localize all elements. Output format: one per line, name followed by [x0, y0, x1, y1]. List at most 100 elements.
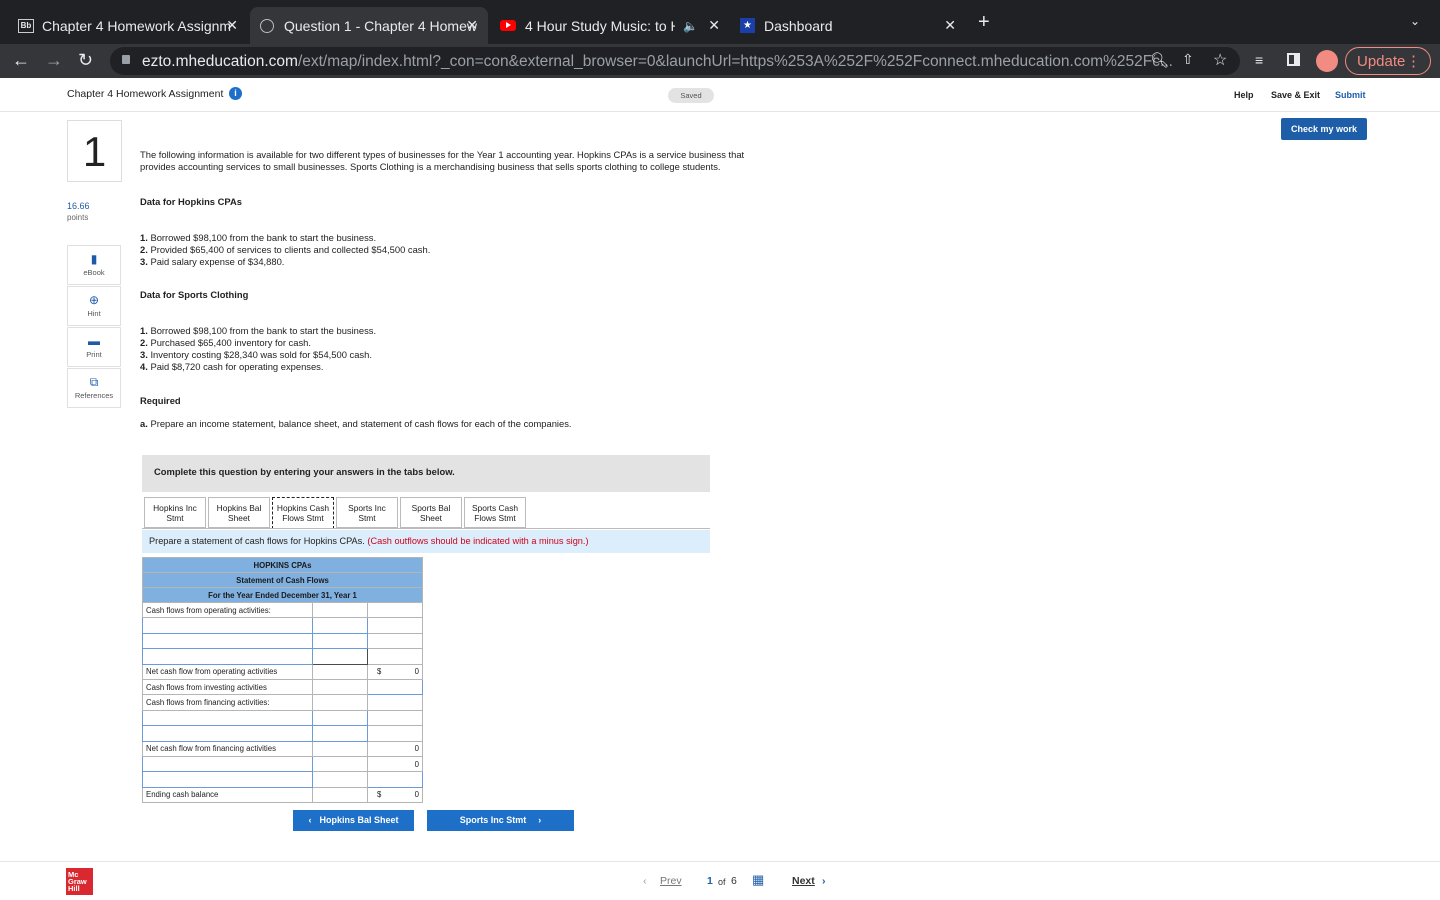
amount-input[interactable] — [312, 725, 368, 742]
table-row: Cash flows from operating activities: — [142, 601, 423, 619]
account-input[interactable] — [142, 648, 313, 665]
amount-input[interactable] — [312, 709, 368, 727]
table-row: Net cash flow from operating activities $… — [142, 663, 423, 680]
chevron-right-icon: › — [538, 815, 542, 825]
zoom-icon[interactable]: 🔍︎ — [1150, 51, 1169, 69]
ebook-button[interactable]: ▮ eBook — [67, 245, 121, 285]
list-item: 3. Inventory costing $28,340 was sold fo… — [140, 349, 372, 360]
copy-icon: ⧉ — [89, 375, 99, 389]
hopkins-heading: Data for Hopkins CPAs — [140, 196, 242, 207]
amount-input[interactable] — [312, 648, 368, 665]
account-input[interactable] — [142, 632, 313, 650]
blackboard-icon: Bb — [18, 18, 34, 33]
account-input[interactable] — [142, 709, 313, 727]
chevron-left-icon: ‹ — [308, 815, 312, 825]
check-my-work-button[interactable]: Check my work — [1281, 118, 1367, 140]
required-heading: Required — [140, 395, 181, 406]
prev-question-link[interactable]: Prev — [660, 875, 682, 887]
browser-tab-active[interactable]: Question 1 - Chapter 4 Homew ✕ — [250, 7, 488, 44]
browser-tab[interactable]: 4 Hour Study Music: to Hel 🔈 ✕ — [490, 7, 730, 44]
points-value: 16.66 — [67, 201, 90, 211]
next-tab-button[interactable]: Sports Inc Stmt › — [427, 810, 574, 831]
close-icon[interactable]: ✕ — [466, 17, 478, 34]
points-label: points — [67, 213, 89, 222]
close-icon[interactable]: ✕ — [226, 17, 238, 34]
account-input[interactable] — [142, 755, 313, 773]
assignment-header: Chapter 4 Homework Assignment i Saved He… — [0, 78, 1440, 112]
question-number: 1 — [67, 120, 122, 182]
youtube-icon — [500, 20, 516, 31]
reload-icon[interactable]: ↻ — [78, 50, 93, 71]
current-page: 1 — [707, 875, 713, 887]
forward-icon[interactable]: → — [45, 50, 63, 71]
tab-search-icon[interactable]: ⌄ — [1410, 14, 1420, 28]
question-intro: The following information is available f… — [140, 149, 745, 172]
table-row: 0 — [142, 755, 423, 773]
list-item: 2. Purchased $65,400 inventory for cash. — [140, 337, 311, 348]
bookmark-star-icon[interactable]: ☆ — [1213, 50, 1227, 70]
lock-icon — [122, 55, 130, 64]
prev-tab-button[interactable]: ‹ Hopkins Bal Sheet — [293, 810, 414, 831]
amount-input[interactable] — [367, 678, 423, 696]
table-row — [142, 617, 423, 634]
speaker-icon[interactable]: 🔈 — [683, 19, 698, 33]
cash-flow-statement: HOPKINS CPAs Statement of Cash Flows For… — [142, 557, 423, 804]
close-icon[interactable]: ✕ — [944, 17, 956, 34]
amount-input[interactable] — [367, 771, 423, 788]
printer-icon: ▬ — [88, 334, 100, 348]
mcgraw-hill-logo: Mc Graw Hill — [66, 868, 93, 895]
list-item: 4. Paid $8,720 cash for operating expens… — [140, 361, 324, 372]
tab-sports-inc-stmt[interactable]: Sports Inc Stmt — [336, 497, 398, 528]
list-item: 1. Borrowed $98,100 from the bank to sta… — [140, 325, 377, 336]
tab-sports-cash-flows[interactable]: Sports Cash Flows Stmt — [464, 497, 526, 528]
browser-tab[interactable]: Bb Chapter 4 Homework Assignm ✕ — [8, 7, 248, 44]
globe-icon — [260, 18, 274, 33]
references-button[interactable]: ⧉ References — [67, 368, 121, 408]
instruction-bar: Prepare a statement of cash flows for Ho… — [142, 530, 710, 553]
list-item: 3. Paid salary expense of $34,880. — [140, 256, 285, 267]
profile-avatar[interactable] — [1316, 50, 1338, 72]
tab-hopkins-bal-sheet[interactable]: Hopkins Bal Sheet — [208, 497, 270, 528]
share-icon[interactable]: ⇧ — [1182, 51, 1194, 68]
table-row: Net cash flow from financing activities 0 — [142, 740, 423, 757]
hopkins-list: 1. Borrowed $98,100 from the bank to sta… — [140, 232, 430, 268]
chevron-left-icon[interactable]: ‹ — [643, 875, 647, 887]
account-input[interactable] — [142, 725, 313, 742]
tab-hopkins-inc-stmt[interactable]: Hopkins Inc Stmt — [144, 497, 206, 528]
back-icon[interactable]: ← — [12, 50, 30, 71]
help-link[interactable]: Help — [1234, 90, 1254, 100]
submit-link[interactable]: Submit — [1335, 90, 1366, 100]
table-row: Cash flows from financing activities: — [142, 694, 423, 711]
grid-icon[interactable]: ▦ — [752, 872, 764, 888]
browser-tab[interactable]: ★ Dashboard ✕ — [730, 7, 966, 44]
next-question-link[interactable]: Next — [792, 875, 815, 887]
save-exit-link[interactable]: Save & Exit — [1271, 90, 1320, 100]
tab-hopkins-cash-flows[interactable]: Hopkins Cash Flows Stmt — [272, 497, 334, 529]
required-a: a. Prepare an income statement, balance … — [140, 418, 572, 429]
complete-banner: Complete this question by entering your … — [142, 455, 710, 492]
account-input[interactable] — [142, 617, 313, 634]
book-icon: ▮ — [90, 252, 98, 266]
list-item: 1. Borrowed $98,100 from the bank to sta… — [140, 232, 377, 243]
table-row — [142, 709, 423, 727]
table-row — [142, 648, 423, 665]
account-input[interactable] — [142, 771, 313, 788]
star-badge-icon: ★ — [740, 18, 755, 33]
new-tab-icon[interactable]: + — [978, 12, 990, 32]
kebab-menu-icon[interactable]: ⋮ — [1406, 52, 1421, 70]
side-panel-icon[interactable] — [1287, 53, 1300, 66]
close-icon[interactable]: ✕ — [708, 17, 720, 34]
update-button[interactable]: Update ⋮ — [1345, 47, 1431, 75]
tab-sports-bal-sheet[interactable]: Sports Bal Sheet — [400, 497, 462, 528]
address-bar[interactable]: ezto.mheducation.com/ext/map/index.html?… — [110, 47, 1240, 75]
table-row — [142, 771, 423, 788]
info-icon[interactable]: i — [229, 87, 242, 100]
hint-button[interactable]: ⊕ Hint — [67, 286, 121, 326]
list-item: 2. Provided $65,400 of services to clien… — [140, 244, 431, 255]
amount-input[interactable] — [312, 617, 368, 634]
amount-input[interactable] — [312, 632, 368, 650]
saved-badge: Saved — [668, 88, 714, 103]
chevron-right-icon[interactable]: › — [822, 875, 826, 887]
print-button[interactable]: ▬ Print — [67, 327, 121, 367]
reading-list-icon[interactable]: ≡ — [1255, 52, 1263, 68]
